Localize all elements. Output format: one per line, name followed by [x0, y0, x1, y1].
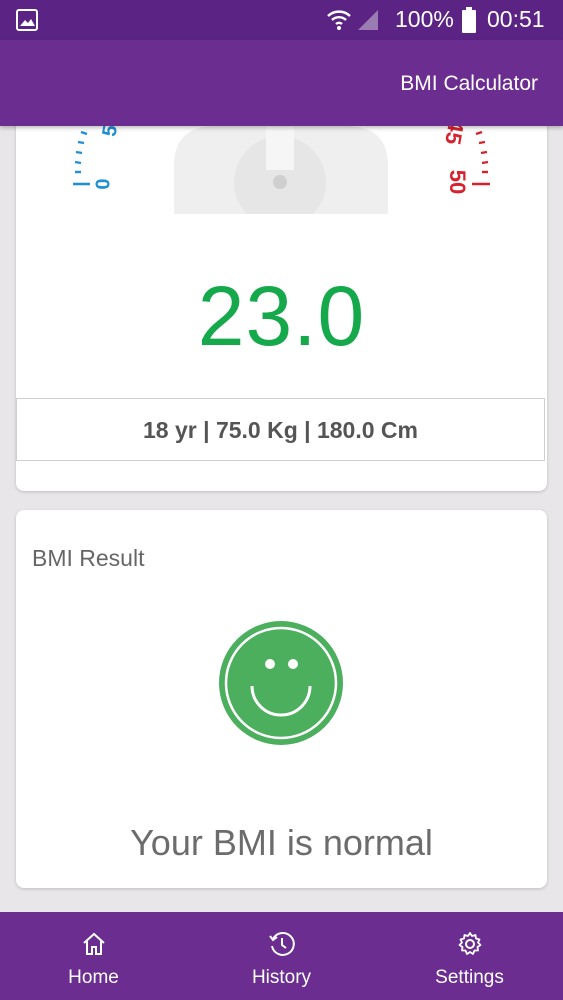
- nav-history-label: History: [251, 967, 312, 988]
- result-heading: BMI Result: [32, 545, 145, 571]
- right-scale-label-50: 50: [445, 170, 470, 194]
- history-icon: [269, 932, 295, 956]
- left-scale-label-5: 5: [98, 126, 122, 138]
- bottom-navigation: Home History Settings: [0, 912, 563, 1000]
- clock: 00:51: [487, 6, 545, 32]
- result-message: Your BMI is normal: [130, 822, 433, 863]
- bmi-gauge: 0 5 50 45: [73, 126, 490, 214]
- left-scale-ticks: [73, 130, 90, 186]
- smiley-face-icon: [219, 621, 343, 745]
- settings-icon: [458, 932, 482, 955]
- bmi-value: 23.0: [197, 269, 366, 363]
- nav-settings[interactable]: Settings: [376, 912, 563, 1000]
- nav-history[interactable]: History: [188, 912, 375, 1000]
- app-bar: BMI Calculator: [0, 40, 563, 126]
- battery-icon: [462, 7, 476, 33]
- right-scale-ticks: [472, 130, 490, 186]
- battery-percentage: 100%: [395, 6, 454, 32]
- status-bar: 100% 00:51: [0, 0, 563, 40]
- right-scale-label-45: 45: [440, 126, 469, 147]
- home-icon: [83, 932, 105, 955]
- wifi-icon: [327, 10, 351, 30]
- signal-icon: [358, 10, 378, 30]
- app-title: BMI Calculator: [400, 72, 538, 95]
- user-details[interactable]: 18 yr | 75.0 Kg | 180.0 Cm: [16, 398, 545, 461]
- gallery-icon: [16, 9, 38, 31]
- nav-home-label: Home: [68, 967, 119, 988]
- nav-settings-label: Settings: [435, 967, 504, 988]
- nav-home[interactable]: Home: [0, 912, 187, 1000]
- left-scale-label-0: 0: [92, 178, 114, 189]
